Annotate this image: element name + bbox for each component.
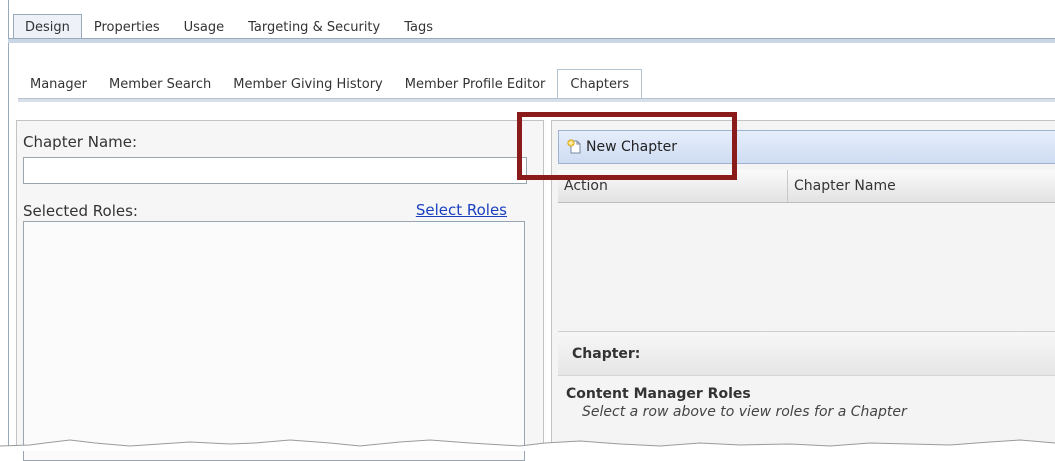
selected-roles-label: Selected Roles: xyxy=(23,202,138,220)
sub-tab-underline xyxy=(18,98,1055,102)
new-chapter-button[interactable]: New Chapter xyxy=(567,139,677,155)
subtab-member-search[interactable]: Member Search xyxy=(99,69,221,99)
subtab-chapters[interactable]: Chapters xyxy=(557,69,643,99)
selected-roles-list[interactable] xyxy=(23,221,525,461)
torn-edge xyxy=(0,439,1055,451)
chapter-toolbar: New Chapter xyxy=(558,130,1055,164)
content-manager-roles-hint: Select a row above to view roles for a C… xyxy=(582,404,907,420)
subtab-member-profile-editor[interactable]: Member Profile Editor xyxy=(395,69,556,99)
chapter-list-panel: New Chapter Action Chapter Name Chapter:… xyxy=(551,120,1055,451)
sub-tab-bar: Manager Member Search Member Giving Hist… xyxy=(20,69,644,99)
tab-tags[interactable]: Tags xyxy=(392,14,445,40)
chapter-grid-body xyxy=(558,203,1055,331)
tab-usage[interactable]: Usage xyxy=(172,14,237,40)
select-roles-link[interactable]: Select Roles xyxy=(416,201,507,219)
new-chapter-label: New Chapter xyxy=(586,139,677,155)
chapter-grid-header: Action Chapter Name xyxy=(558,170,1055,203)
content-manager-roles-title: Content Manager Roles xyxy=(566,386,751,402)
top-tab-bar: Design Properties Usage Targeting & Secu… xyxy=(9,14,445,40)
tab-targeting-security[interactable]: Targeting & Security xyxy=(236,14,392,40)
new-page-icon xyxy=(567,139,583,155)
chapter-name-input[interactable] xyxy=(23,157,527,184)
column-header-chapter-name[interactable]: Chapter Name xyxy=(788,170,896,202)
subtab-member-giving-history[interactable]: Member Giving History xyxy=(223,69,392,99)
chapter-name-label: Chapter Name: xyxy=(23,133,138,151)
subtab-manager[interactable]: Manager xyxy=(20,69,97,99)
tab-design[interactable]: Design xyxy=(13,14,82,40)
top-tab-underline xyxy=(8,38,1055,43)
tab-properties[interactable]: Properties xyxy=(82,14,172,40)
column-header-action[interactable]: Action xyxy=(558,170,788,202)
chapter-section-header: Chapter: xyxy=(558,331,1055,376)
chapter-edit-panel: Chapter Name: Selected Roles: Select Rol… xyxy=(16,120,544,461)
